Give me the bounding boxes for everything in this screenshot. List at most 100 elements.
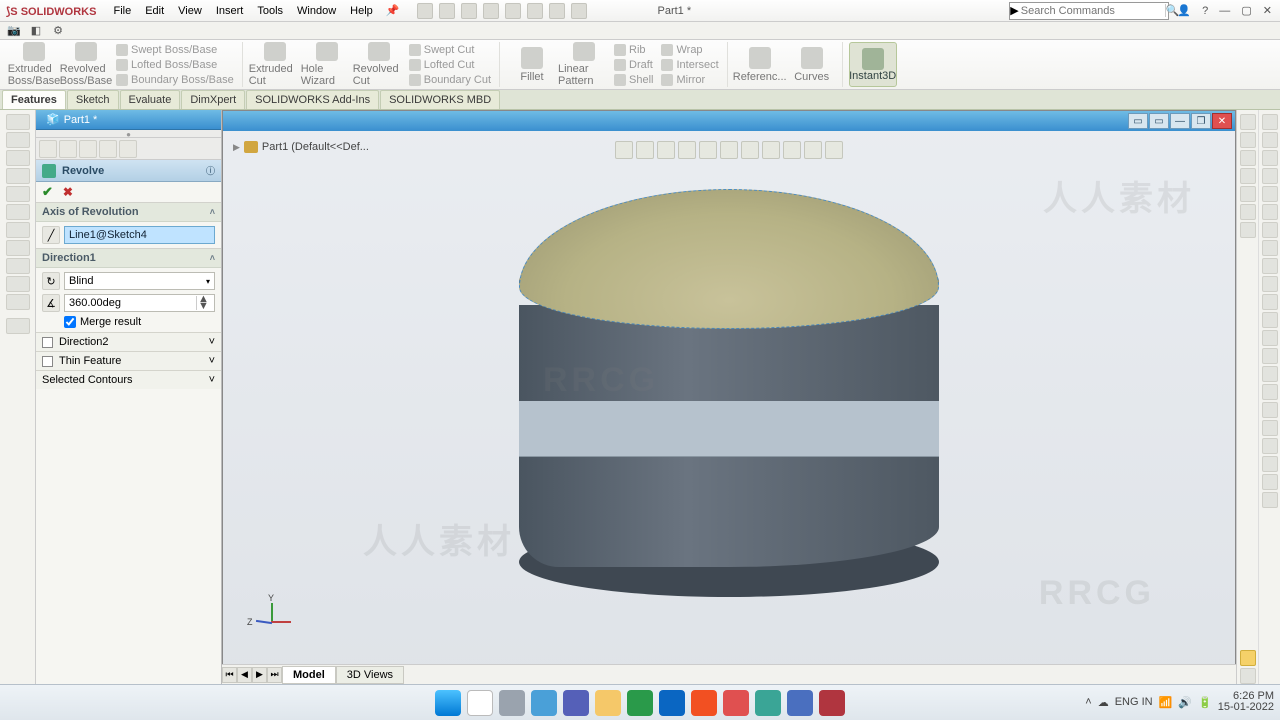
start-button[interactable] [435, 690, 461, 716]
draft-button[interactable]: Draft [612, 58, 655, 72]
ltool-7[interactable] [6, 222, 30, 238]
recorder-icon[interactable] [723, 690, 749, 716]
direction-reverse-icon[interactable]: ↻ [42, 272, 60, 290]
linkedin-icon[interactable] [659, 690, 685, 716]
rtool-11[interactable] [1262, 294, 1278, 310]
rebuild-icon[interactable] [549, 3, 565, 19]
cancel-button[interactable]: ✖ [63, 185, 73, 199]
tray-clock[interactable]: 6:26 PM15-01-2022 [1218, 691, 1274, 713]
tray-lang[interactable]: ENG IN [1115, 696, 1153, 708]
boundary-cut-button[interactable]: Boundary Cut [407, 73, 493, 87]
ltool-3[interactable] [6, 150, 30, 166]
ok-button[interactable]: ✔ [42, 184, 53, 200]
instant3d-button[interactable]: Instant3D [849, 42, 897, 87]
ltool-measure[interactable] [6, 318, 30, 334]
rtool-22[interactable] [1262, 492, 1278, 508]
rtool-8[interactable] [1262, 240, 1278, 256]
tab-evaluate[interactable]: Evaluate [120, 90, 181, 109]
child-restore-icon[interactable]: ❐ [1191, 113, 1211, 129]
ltool-4[interactable] [6, 168, 30, 184]
reference-geometry-button[interactable]: Referenc... [734, 42, 786, 87]
appearances-icon[interactable] [1240, 186, 1256, 202]
options-icon[interactable] [571, 3, 587, 19]
solidworks-taskbar-icon[interactable] [819, 690, 845, 716]
document-tab[interactable]: 🧊Part1 * [36, 110, 221, 130]
menu-insert[interactable]: Insert [209, 2, 251, 20]
lofted-cut-button[interactable]: Lofted Cut [407, 58, 493, 72]
ltool-5[interactable] [6, 186, 30, 202]
screenshot-icon[interactable]: 📷 [6, 23, 22, 39]
resources-icon[interactable] [1240, 114, 1256, 130]
rtool-20[interactable] [1262, 456, 1278, 472]
new-icon[interactable] [417, 3, 433, 19]
rib-button[interactable]: Rib [612, 43, 655, 57]
chat-icon[interactable] [563, 690, 589, 716]
task-view-icon[interactable] [499, 690, 525, 716]
search-input[interactable] [1019, 4, 1165, 18]
tray-chevron-icon[interactable]: ˄ [1085, 696, 1091, 708]
revolved-boss-button[interactable]: Revolved Boss/Base [60, 42, 112, 87]
orientation-triad[interactable]: YZ [253, 603, 293, 643]
tray-wifi-icon[interactable]: 📶 [1159, 696, 1173, 709]
ltool-9[interactable] [6, 258, 30, 274]
ltool-1[interactable] [6, 114, 30, 130]
ltool-6[interactable] [6, 204, 30, 220]
display-icon[interactable] [119, 140, 137, 158]
revolved-cut-button[interactable]: Revolved Cut [353, 42, 405, 87]
child-close-icon[interactable]: ✕ [1212, 113, 1232, 129]
app-teal-icon[interactable] [755, 690, 781, 716]
tab-features[interactable]: Features [2, 90, 66, 109]
child-min1-icon[interactable]: ▭ [1128, 113, 1148, 129]
intersect-button[interactable]: Intersect [659, 58, 720, 72]
explorer-icon[interactable] [595, 690, 621, 716]
help-icon[interactable]: ? [1198, 5, 1212, 17]
rtool-16[interactable] [1262, 384, 1278, 400]
tab-nav-next-icon[interactable]: ▶ [252, 667, 267, 683]
rtool-10[interactable] [1262, 276, 1278, 292]
swept-boss-button[interactable]: Swept Boss/Base [114, 43, 236, 57]
tray-volume-icon[interactable]: 🔊 [1178, 696, 1192, 709]
tab-dimxpert[interactable]: DimXpert [181, 90, 245, 109]
curves-button[interactable]: Curves [786, 42, 838, 87]
tab-nav-last-icon[interactable]: ⏭ [267, 667, 282, 683]
capture-icon[interactable]: ◧ [28, 23, 44, 39]
rtool-21[interactable] [1262, 474, 1278, 490]
tab-nav-prev-icon[interactable]: ◀ [237, 667, 252, 683]
task-pane-extra-icon[interactable] [1240, 668, 1256, 684]
linear-pattern-button[interactable]: Linear Pattern [558, 42, 610, 87]
minimize-icon[interactable]: — [1215, 5, 1234, 17]
rtool-1[interactable] [1262, 114, 1278, 130]
file-explorer-icon[interactable] [1240, 150, 1256, 166]
custom-props-icon[interactable] [1240, 204, 1256, 220]
rtool-7[interactable] [1262, 222, 1278, 238]
configuration-icon[interactable] [79, 140, 97, 158]
selected-contours-header[interactable]: Selected Contours ˅ [36, 370, 221, 389]
rtool-19[interactable] [1262, 438, 1278, 454]
child-min2-icon[interactable]: ▭ [1149, 113, 1169, 129]
extruded-cut-button[interactable]: Extruded Cut [249, 42, 301, 87]
direction1-header[interactable]: Direction1˄ [36, 249, 221, 268]
options2-icon[interactable]: ⚙ [50, 23, 66, 39]
shell-button[interactable]: Shell [612, 73, 655, 87]
merge-result-checkbox[interactable]: Merge result [42, 316, 215, 328]
mirror-button[interactable]: Mirror [659, 73, 720, 87]
print-icon[interactable] [483, 3, 499, 19]
menu-edit[interactable]: Edit [138, 2, 171, 20]
taskbar-search-icon[interactable] [467, 690, 493, 716]
lofted-boss-button[interactable]: Lofted Boss/Base [114, 58, 236, 72]
menu-view[interactable]: View [171, 2, 209, 20]
forum-icon[interactable] [1240, 222, 1256, 238]
tab-addins[interactable]: SOLIDWORKS Add-Ins [246, 90, 379, 109]
todo-icon[interactable] [627, 690, 653, 716]
3d-views-tab[interactable]: 3D Views [336, 666, 404, 684]
rtool-17[interactable] [1262, 402, 1278, 418]
model-tab[interactable]: Model [282, 666, 336, 684]
close-icon[interactable]: ✕ [1259, 5, 1276, 17]
rtool-2[interactable] [1262, 132, 1278, 148]
ltool-10[interactable] [6, 276, 30, 292]
maximize-icon[interactable]: ▢ [1237, 5, 1255, 17]
ltool-8[interactable] [6, 240, 30, 256]
widgets-icon[interactable] [531, 690, 557, 716]
open-icon[interactable] [439, 3, 455, 19]
rtool-5[interactable] [1262, 186, 1278, 202]
